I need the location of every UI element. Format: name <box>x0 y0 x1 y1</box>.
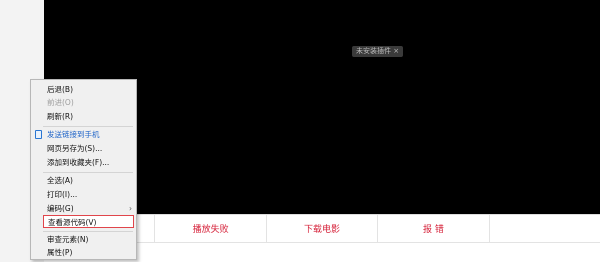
menu-item-encoding-label: 编码(G) <box>47 204 74 213</box>
menu-item-forward[interactable]: 前进(O) <box>31 96 136 109</box>
menu-item-encoding[interactable]: 编码(G) › <box>31 202 136 215</box>
menu-item-send-to-phone[interactable]: 发送链接到手机 <box>31 128 136 141</box>
menu-item-refresh[interactable]: 刷新(R) <box>31 110 136 123</box>
menu-item-send-to-phone-label: 发送链接到手机 <box>47 130 100 139</box>
chevron-right-icon: › <box>129 204 132 213</box>
menu-separator <box>43 126 133 127</box>
context-menu: 后退(B) 前进(O) 刷新(R) 发送链接到手机 网页另存为(S)... 添加… <box>30 79 137 260</box>
menu-item-add-favorite[interactable]: 添加到收藏夹(F)... <box>31 156 136 169</box>
plugin-missing-notice[interactable]: 未安装插件 × <box>352 46 404 57</box>
report-error-button[interactable]: 报 错 <box>378 215 490 242</box>
menu-item-select-all[interactable]: 全选(A) <box>31 174 136 187</box>
menu-item-inspect[interactable]: 审查元素(N) <box>31 233 136 246</box>
play-failed-button[interactable]: 播放失败 <box>155 215 267 242</box>
action-bar-item-right[interactable] <box>490 215 600 242</box>
menu-item-view-source[interactable]: 查看源代码(V) <box>43 215 134 228</box>
menu-separator <box>43 172 133 173</box>
menu-item-properties[interactable]: 属性(P) <box>31 246 136 259</box>
download-movie-button[interactable]: 下载电影 <box>267 215 379 242</box>
menu-item-print[interactable]: 打印(I)... <box>31 188 136 201</box>
menu-separator <box>43 231 133 232</box>
menu-item-back[interactable]: 后退(B) <box>31 83 136 96</box>
phone-icon <box>35 130 42 139</box>
menu-item-save-as[interactable]: 网页另存为(S)... <box>31 142 136 155</box>
